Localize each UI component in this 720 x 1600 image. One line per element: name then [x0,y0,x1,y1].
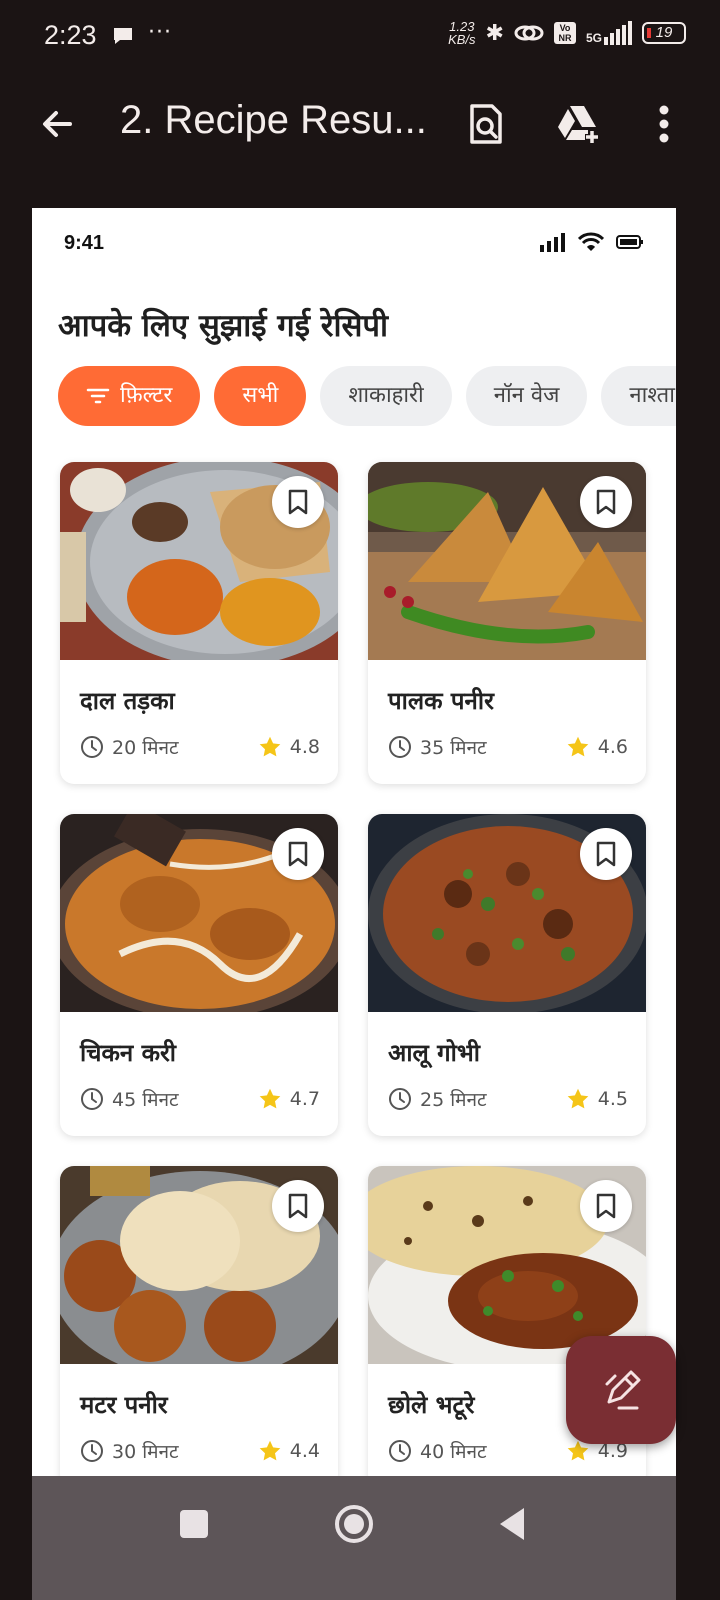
cook-time: 30 मिनट [112,1441,179,1463]
document-title: 2. Recipe Resu... [120,98,427,142]
chip-vegetarian[interactable]: शाकाहारी [320,366,452,426]
clock-icon [81,736,103,758]
battery-icon: 19 [642,22,686,44]
clock-icon [81,1440,103,1462]
bluetooth-icon: ✱ [485,20,504,46]
bookmark-icon [596,1193,616,1219]
recipe-title: आलू गोभी [388,1039,480,1067]
chip-breakfast[interactable]: नाश्ता [601,366,676,426]
bookmark-icon [596,841,616,867]
recipe-meta: 20 मिनट 4.8 [80,734,320,760]
filter-icon [86,388,110,404]
chip-label: सभी [242,383,279,408]
recipe-card[interactable]: पालक पनीर 35 मिनट 4.6 [368,462,646,784]
star-icon [259,1440,281,1461]
recipe-card[interactable]: चिकन करी 45 मिनट 4.7 [60,814,338,1136]
clock-icon [389,1088,411,1110]
app-bar: 2. Recipe Resu... [0,78,720,170]
document-search-icon[interactable] [462,100,510,148]
bookmark-icon [596,489,616,515]
bookmark-icon [288,489,308,515]
link-icon [514,25,544,41]
recipe-card[interactable]: दाल तड़का 20 मिनट 4.8 [60,462,338,784]
chip-non-veg[interactable]: नॉन वेज [465,366,588,426]
system-navigation-bar [32,1476,676,1600]
filter-button[interactable]: फ़िल्टर [58,366,201,426]
cook-time: 35 मिनट [420,737,487,759]
recipe-title: छोले भटूरे [388,1391,475,1419]
bookmark-button[interactable] [272,476,324,528]
star-icon [259,1088,281,1109]
more-notifications-icon: ··· [148,20,172,45]
bookmark-button[interactable] [272,828,324,880]
filter-chips: फ़िल्टर सभी शाकाहारी नॉन वेज नाश्ता [58,366,676,426]
cook-time: 25 मिनट [420,1089,487,1111]
signal-icon [604,21,632,45]
battery-level: 19 [655,24,673,41]
chip-label: नाश्ता [629,383,675,408]
bookmark-button[interactable] [580,476,632,528]
cook-time: 20 मिनट [112,737,179,759]
wifi-icon [578,232,604,251]
preview-time: 9:41 [64,232,105,254]
battery-icon [616,235,643,249]
add-to-drive-icon[interactable] [554,100,602,148]
bookmark-button[interactable] [272,1180,324,1232]
bookmark-button[interactable] [580,1180,632,1232]
chip-label: नॉन वेज [493,383,560,408]
chip-all[interactable]: सभी [214,366,307,426]
recipe-card[interactable]: आलू गोभी 25 मिनट 4.5 [368,814,646,1136]
recipe-meta: 45 मिनट 4.7 [80,1086,320,1112]
clock-icon [389,1440,411,1462]
recipe-preview: 9:41 आपके लिए सुझाई गई रेसिपी फ़िल्टर सभ… [32,208,676,1504]
back-icon[interactable] [492,1502,536,1546]
network-type: 5G [585,31,602,45]
bookmark-button[interactable] [580,828,632,880]
recipe-meta: 30 मिनट 4.4 [80,1438,320,1464]
recipe-meta: 25 मिनट 4.5 [388,1086,628,1112]
more-options-icon[interactable] [640,100,688,148]
clock-icon [81,1088,103,1110]
cook-time: 45 मिनट [112,1089,179,1111]
star-icon [567,1088,589,1109]
home-icon[interactable] [332,1502,376,1546]
bookmark-icon [288,1193,308,1219]
recent-apps-icon[interactable] [172,1502,216,1546]
bookmark-icon [288,841,308,867]
network-speed: 1.23 KB/s [448,20,475,46]
network-speed-unit: KB/s [448,32,476,47]
recipe-title: दाल तड़का [80,687,175,715]
preview-status-bar: 9:41 [32,208,676,278]
volte-icon: Vo NR [553,22,576,44]
signal-icon [540,233,565,252]
recipe-title: चिकन करी [80,1039,177,1067]
clock-icon [389,736,411,758]
rating: 4.8 [289,736,320,758]
cook-time: 40 मिनट [420,1441,487,1463]
chip-label: शाकाहारी [348,383,424,408]
rating: 4.7 [289,1088,320,1110]
rating: 4.6 [597,736,628,758]
page-title: आपके लिए सुझाई गई रेसिपी [58,308,389,344]
recipe-meta: 35 मिनट 4.6 [388,734,628,760]
recipe-title: पालक पनीर [388,687,494,715]
recipe-card[interactable]: मटर पनीर 30 मिनट 4.4 [60,1166,338,1488]
star-icon [259,736,281,757]
rating: 4.4 [289,1440,320,1462]
chat-notification-icon [114,28,132,44]
recipe-title: मटर पनीर [80,1391,168,1419]
edit-pen-icon [605,1370,641,1410]
system-status-bar: 2:23 ··· 1.23 KB/s ✱ Vo NR 5G 19 [0,0,720,78]
system-time: 2:23 [44,20,97,50]
star-icon [567,736,589,757]
back-arrow-icon[interactable] [36,102,80,146]
edit-fab-button[interactable] [566,1336,676,1444]
chip-label: फ़िल्टर [120,383,173,408]
rating: 4.5 [597,1088,628,1110]
